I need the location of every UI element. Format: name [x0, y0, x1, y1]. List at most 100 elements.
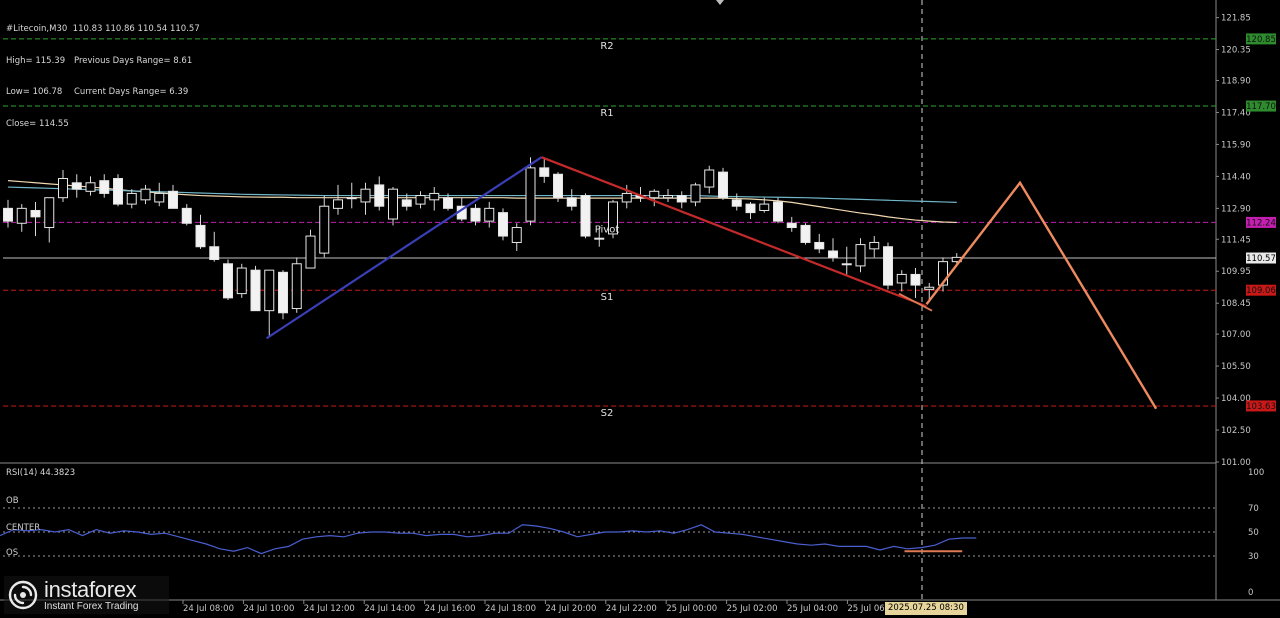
candle-body — [85, 182, 96, 192]
candle-body — [346, 197, 357, 200]
time-axis-label: 25 Jul 02:00 — [727, 604, 778, 614]
pivot-label-s1: S1 — [601, 292, 614, 303]
candle-body — [3, 207, 13, 222]
time-axis-label: 25 Jul 00:00 — [666, 604, 717, 614]
close-value: Close= 114.55 — [6, 118, 69, 129]
price-badge-label: 117.70 — [1246, 102, 1276, 112]
candle-body — [676, 195, 687, 203]
pivot-label-r1: R1 — [600, 108, 613, 119]
time-axis-label: 24 Jul 08:00 — [183, 604, 234, 614]
pivot-label-s2: S2 — [601, 408, 614, 419]
candle-body — [429, 192, 440, 201]
candle-body — [704, 169, 715, 188]
candle-body — [841, 263, 852, 266]
logo-brand: instaforex — [44, 576, 137, 602]
price-axis-label: 102.50 — [1221, 426, 1251, 436]
price-axis-label: 112.90 — [1221, 204, 1251, 214]
rsi-axis-label: 100 — [1248, 468, 1264, 478]
candle-body — [883, 246, 893, 286]
candle-body — [140, 188, 151, 201]
symbol-line: #Litecoin,M30 110.83 110.86 110.54 110.5… — [6, 24, 200, 34]
candle-body — [305, 235, 316, 269]
candle-body — [566, 197, 577, 207]
rsi-axis-label: 30 — [1248, 552, 1259, 562]
candle-body — [360, 188, 371, 203]
price-axis-label: 118.90 — [1221, 76, 1251, 86]
high-value: High= 115.39 — [6, 55, 66, 66]
price-badge-label: 110.57 — [1246, 254, 1276, 264]
time-axis-label: 24 Jul 22:00 — [606, 604, 657, 614]
candle-body — [484, 207, 495, 222]
candle-body — [278, 271, 288, 314]
instaforex-logo: instaforex Instant Forex Trading — [4, 576, 169, 614]
rsi-axis-label: 70 — [1248, 504, 1259, 514]
low-value: Low= 106.78 — [6, 87, 63, 97]
price-axis-label: 101.00 — [1221, 458, 1251, 468]
forecast-path — [925, 180, 1158, 410]
price-axis-label: 107.00 — [1221, 330, 1251, 340]
candle-body — [759, 203, 770, 211]
candle-body — [621, 192, 632, 203]
candle-body — [924, 286, 935, 290]
rsi-title: RSI(14) 44.3823 — [6, 468, 76, 478]
scroll-marker-icon — [716, 0, 724, 5]
time-axis-label: 24 Jul 12:00 — [304, 604, 355, 614]
candle-body — [910, 273, 921, 286]
candle-body — [443, 197, 453, 209]
candle-body — [539, 167, 550, 177]
candle-body — [126, 192, 137, 205]
price-axis-label: 114.40 — [1221, 172, 1251, 182]
time-axis-label: 24 Jul 16:00 — [425, 604, 476, 614]
current-time-badge: 2025.07.25 08:30 — [885, 602, 967, 615]
logo-tagline: Instant Forex Trading — [44, 600, 139, 612]
candle-body — [511, 227, 522, 243]
chart-info-panel: #Litecoin,M30 110.83 110.86 110.54 110.5… — [6, 3, 200, 140]
candle-body — [333, 199, 343, 209]
candle-body — [71, 182, 82, 190]
candle-body — [553, 173, 563, 199]
candle-body — [800, 224, 811, 243]
candle-body — [594, 237, 605, 240]
price-axis-label: 109.95 — [1221, 267, 1251, 277]
rsi-center-label: CENTER — [6, 523, 41, 533]
price-axis-label: 121.85 — [1221, 14, 1251, 24]
candle-body — [168, 190, 178, 209]
candle-body — [896, 273, 907, 284]
rsi-ob-label: OB — [6, 496, 19, 506]
candle-body — [814, 241, 825, 250]
time-axis-label: 24 Jul 18:00 — [485, 604, 536, 614]
candle-body — [718, 171, 728, 199]
candle-body — [525, 167, 536, 222]
rsi-axis-label: 0 — [1248, 588, 1253, 598]
price-badge-label: 112.24 — [1246, 218, 1276, 228]
price-axis-label: 115.90 — [1221, 140, 1251, 150]
price-badge-label: 103.63 — [1246, 402, 1276, 412]
rsi-axis-label: 50 — [1248, 528, 1259, 538]
price-axis-label: 120.35 — [1221, 46, 1251, 56]
candle-body — [415, 195, 426, 205]
moving-average-line-1 — [7, 180, 957, 224]
current-days-range: Current Days Range= 6.39 — [74, 87, 189, 97]
candle-body — [869, 241, 880, 250]
candle-body — [236, 267, 247, 295]
candle-body — [786, 222, 797, 229]
candle-body — [374, 184, 385, 207]
pivot-label-pivot: Pivot — [595, 224, 620, 235]
candle-body — [470, 207, 481, 222]
candle-body — [388, 188, 398, 220]
previous-days-range: Previous Days Range= 8.61 — [74, 55, 193, 66]
candle-body — [580, 195, 591, 237]
candle-body — [690, 184, 701, 203]
price-axis-label: 105.50 — [1221, 362, 1251, 372]
rsi-os-label: OS — [6, 548, 19, 558]
candle-body — [30, 209, 41, 218]
candle-body — [264, 269, 275, 312]
candle-body — [16, 207, 27, 224]
candle-body — [99, 180, 110, 194]
time-axis-label: 25 Jul 04:00 — [787, 604, 838, 614]
candle-body — [291, 263, 302, 310]
candle-body — [113, 178, 123, 205]
price-axis-label: 108.45 — [1221, 299, 1251, 309]
candle-body — [401, 199, 412, 207]
candle-body — [223, 263, 233, 299]
